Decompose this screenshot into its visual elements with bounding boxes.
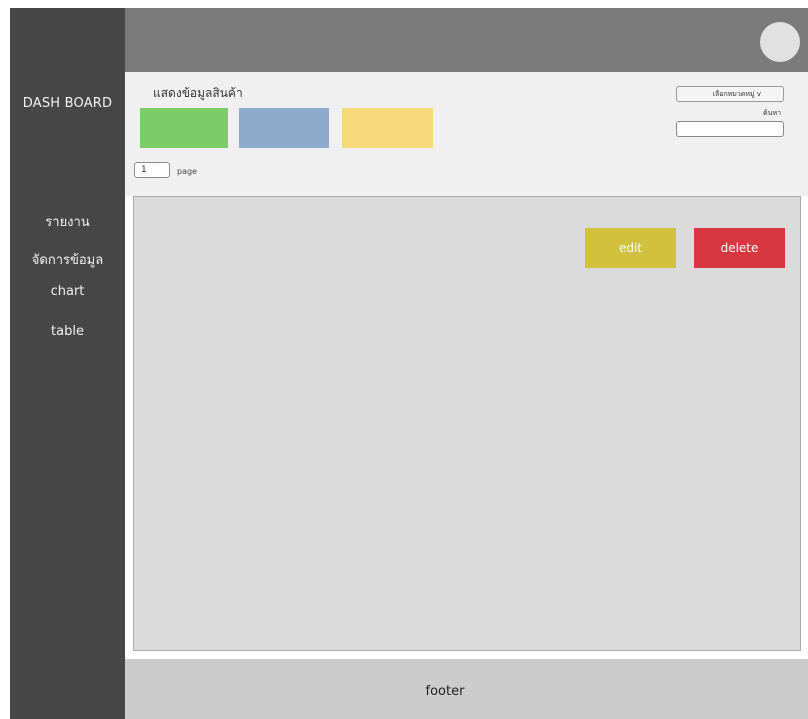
avatar[interactable] (760, 22, 800, 62)
color-swatch-yellow[interactable] (342, 108, 433, 148)
sidebar: DASH BOARD รายงาน จัดการข้อมูล chart tab… (10, 8, 125, 719)
category-select[interactable]: เลือกหมวดหมู่ v (676, 86, 784, 102)
footer-text: footer (425, 684, 465, 699)
sidebar-item-chart[interactable]: chart (10, 284, 125, 299)
top-header (125, 8, 808, 72)
sidebar-item-report[interactable]: รายงาน (10, 211, 125, 232)
content-area: edit delete (133, 196, 801, 651)
sidebar-item-table[interactable]: table (10, 324, 125, 339)
page-number-input[interactable] (134, 162, 170, 178)
search-input[interactable] (676, 121, 784, 137)
search-label: ค้นหา (762, 109, 781, 117)
edit-button[interactable]: edit (585, 228, 676, 268)
delete-button[interactable]: delete (694, 228, 785, 268)
dashboard-brand[interactable]: DASH BOARD (10, 96, 125, 111)
footer: footer (125, 659, 808, 719)
sidebar-item-manage-data[interactable]: จัดการข้อมูล (10, 249, 125, 270)
color-swatch-green[interactable] (140, 108, 228, 148)
filter-panel: แสดงข้อมูลสินค้า page เลือกหมวดหมู่ v ค้… (125, 72, 808, 196)
page-title: แสดงข้อมูลสินค้า (153, 86, 243, 100)
color-swatch-blue[interactable] (239, 108, 329, 148)
page-label: page (177, 167, 197, 176)
